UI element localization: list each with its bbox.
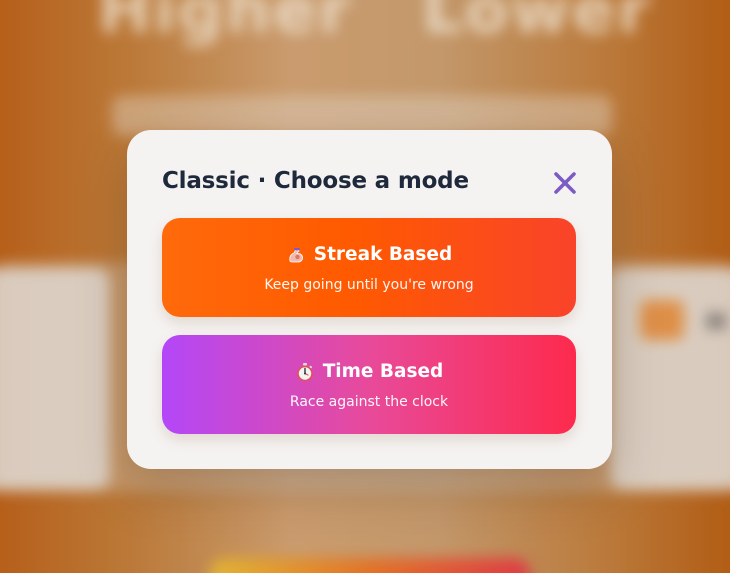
app-screen: Higher Lower H Classic · Choose a mode S… bbox=[0, 0, 730, 573]
close-button[interactable] bbox=[550, 168, 580, 198]
stopwatch-icon bbox=[295, 362, 315, 382]
streak-mode-button[interactable]: Streak Based Keep going until you're wro… bbox=[162, 218, 576, 317]
time-mode-label: Time Based bbox=[322, 361, 444, 382]
flexed-biceps-icon bbox=[286, 245, 306, 265]
close-x-icon bbox=[550, 168, 580, 198]
dialog-title: Classic · Choose a mode bbox=[162, 168, 469, 194]
time-mode-heading: Time Based bbox=[162, 361, 576, 382]
streak-mode-description: Keep going until you're wrong bbox=[264, 277, 474, 293]
streak-mode-heading: Streak Based bbox=[162, 244, 576, 265]
mode-select-dialog: Classic · Choose a mode Streak Based Kee… bbox=[127, 130, 612, 469]
time-mode-button[interactable]: Time Based Race against the clock bbox=[162, 335, 576, 434]
time-mode-description: Race against the clock bbox=[289, 394, 449, 410]
streak-mode-label: Streak Based bbox=[313, 244, 453, 265]
